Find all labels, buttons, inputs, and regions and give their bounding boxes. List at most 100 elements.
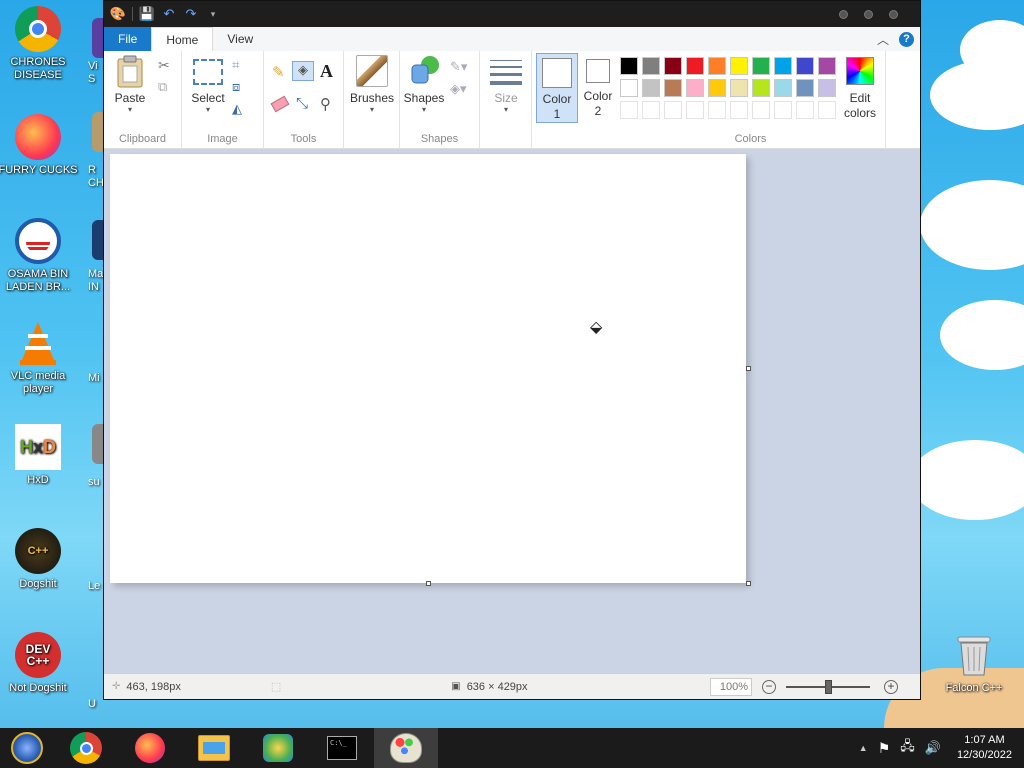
custom-color-swatch[interactable] xyxy=(686,101,704,119)
shapes-button[interactable]: Shapes ▾ xyxy=(402,55,446,114)
color-swatch[interactable] xyxy=(708,79,726,97)
custom-color-swatch[interactable] xyxy=(664,101,682,119)
custom-color-swatch[interactable] xyxy=(818,101,836,119)
resize-icon[interactable]: ⧈ xyxy=(232,79,248,95)
color-swatch[interactable] xyxy=(708,57,726,75)
color-swatch[interactable] xyxy=(818,57,836,75)
taskbar-command-prompt[interactable]: C:\_ xyxy=(310,728,374,768)
zoom-in-button[interactable]: + xyxy=(884,680,898,694)
custom-color-swatch[interactable] xyxy=(708,101,726,119)
color-swatch[interactable] xyxy=(620,57,638,75)
color-swatch[interactable] xyxy=(752,57,770,75)
eraser-icon[interactable] xyxy=(270,95,290,113)
taskbar-network-app[interactable] xyxy=(246,728,310,768)
hxd-icon: HxD xyxy=(15,424,61,470)
tab-view[interactable]: View xyxy=(213,27,267,51)
crop-icon[interactable]: ⌗ xyxy=(232,57,248,73)
color-swatch[interactable] xyxy=(664,79,682,97)
color-picker-icon[interactable]: ⤡ xyxy=(296,95,312,112)
color-swatch[interactable] xyxy=(818,79,836,97)
custom-color-swatch[interactable] xyxy=(796,101,814,119)
save-icon[interactable]: 💾 xyxy=(139,6,155,22)
color-swatch[interactable] xyxy=(620,79,638,97)
fill-bucket-icon[interactable]: ◈ xyxy=(292,61,314,81)
action-center-flag-icon[interactable]: ⚑ xyxy=(878,740,891,757)
color-swatch[interactable] xyxy=(730,79,748,97)
custom-color-swatch[interactable] xyxy=(774,101,792,119)
resize-handle-corner[interactable] xyxy=(746,581,751,586)
color-swatch[interactable] xyxy=(664,57,682,75)
network-icon[interactable]: 🖧 xyxy=(900,737,915,759)
zoom-out-button[interactable]: − xyxy=(762,680,776,694)
group-shapes: Shapes ▾ ✎▾ ◈▾ Shapes xyxy=(400,51,480,149)
size-button[interactable]: Size ▾ xyxy=(486,57,526,114)
undo-icon[interactable]: ↶ xyxy=(161,6,177,22)
color2-button[interactable]: Color 2 xyxy=(582,59,614,119)
custom-color-swatch[interactable] xyxy=(752,101,770,119)
outline-icon[interactable]: ✎▾ xyxy=(450,59,467,75)
pencil-icon[interactable]: ✎ xyxy=(272,63,288,81)
title-bar[interactable]: 🎨 💾 ↶ ↷ ▾ xyxy=(104,1,920,27)
color-swatch[interactable] xyxy=(686,57,704,75)
minimize-button[interactable] xyxy=(839,9,848,19)
desktop-icon-hxd[interactable]: HxD HxD xyxy=(0,424,80,487)
taskbar-paint[interactable] xyxy=(374,728,438,768)
brushes-button[interactable]: Brushes ▾ xyxy=(348,55,396,114)
color-swatch[interactable] xyxy=(642,79,660,97)
cut-icon[interactable]: ✂ xyxy=(158,57,174,73)
collapse-ribbon-icon[interactable]: ︿ xyxy=(877,31,889,48)
tab-home[interactable]: Home xyxy=(151,27,214,51)
desktop-icon-dogshit[interactable]: C++ Dogshit xyxy=(0,528,80,591)
color2-swatch xyxy=(586,59,610,83)
desktop-icon-recycle-bin[interactable]: Falcon C++ xyxy=(932,632,1016,695)
color-swatch[interactable] xyxy=(774,79,792,97)
color-swatch[interactable] xyxy=(642,57,660,75)
firefox-icon xyxy=(135,733,165,763)
zoom-slider-thumb[interactable] xyxy=(825,680,832,694)
resize-handle-right[interactable] xyxy=(746,366,751,371)
custom-color-swatch[interactable] xyxy=(620,101,638,119)
clock[interactable]: 1:07 AM 12/30/2022 xyxy=(957,733,1012,763)
close-button[interactable] xyxy=(889,9,898,19)
color-swatch[interactable] xyxy=(796,79,814,97)
taskbar-firefox[interactable] xyxy=(118,728,182,768)
desktop-icon-obama-logo[interactable]: OSAMA BIN LADEN BR... xyxy=(0,218,80,294)
desktop-icon-vlc[interactable]: VLC media player xyxy=(0,320,80,396)
paste-button[interactable]: Paste ▾ xyxy=(110,55,150,114)
volume-icon[interactable]: 🔊 xyxy=(925,740,941,756)
group-image: Select ▾ ⌗ ⧈ ◭ Image xyxy=(182,51,264,149)
custom-color-swatch[interactable] xyxy=(730,101,748,119)
redo-icon[interactable]: ↷ xyxy=(183,6,199,22)
select-button[interactable]: Select ▾ xyxy=(186,55,230,114)
color1-button[interactable]: Color 1 xyxy=(536,53,578,123)
taskbar-chrome[interactable] xyxy=(54,728,118,768)
copy-icon[interactable]: ⧉ xyxy=(158,79,174,95)
custom-color-swatch[interactable] xyxy=(642,101,660,119)
customize-qat-chevron-icon[interactable]: ▾ xyxy=(205,6,221,22)
tab-file[interactable]: File xyxy=(104,27,152,51)
start-button[interactable] xyxy=(0,728,54,768)
edit-colors-label: Edit colors xyxy=(843,91,876,120)
desktop-icon-chrome[interactable]: CHRONES DISEASE xyxy=(0,6,80,82)
group-active-colors: Color 1 Color 2 xyxy=(532,51,616,149)
show-hidden-icons-chevron-icon[interactable]: ▲ xyxy=(859,743,868,753)
desktop-icon-firefox[interactable]: FURRY CUCKS xyxy=(0,114,80,177)
color-swatch[interactable] xyxy=(774,57,792,75)
color-swatch[interactable] xyxy=(752,79,770,97)
taskbar-file-explorer[interactable] xyxy=(182,728,246,768)
fill-icon[interactable]: ◈▾ xyxy=(450,81,467,97)
resize-handle-bottom[interactable] xyxy=(426,581,431,586)
color-swatch[interactable] xyxy=(796,57,814,75)
color-swatch[interactable] xyxy=(730,57,748,75)
magnifier-icon[interactable]: ⚲ xyxy=(320,95,336,113)
canvas-area[interactable]: ⬙ xyxy=(104,149,920,699)
text-tool-icon[interactable]: A xyxy=(320,61,336,81)
paint-palette-icon xyxy=(390,733,422,763)
color-swatch[interactable] xyxy=(686,79,704,97)
rotate-icon[interactable]: ◭ xyxy=(232,101,248,117)
drawing-canvas[interactable] xyxy=(110,154,746,583)
desktop-icon-devcpp[interactable]: DEV C++ Not Dogshit xyxy=(0,632,80,695)
help-icon[interactable]: ? xyxy=(899,32,914,47)
maximize-button[interactable] xyxy=(864,9,873,19)
edit-colors-button[interactable]: Edit colors xyxy=(838,57,882,121)
